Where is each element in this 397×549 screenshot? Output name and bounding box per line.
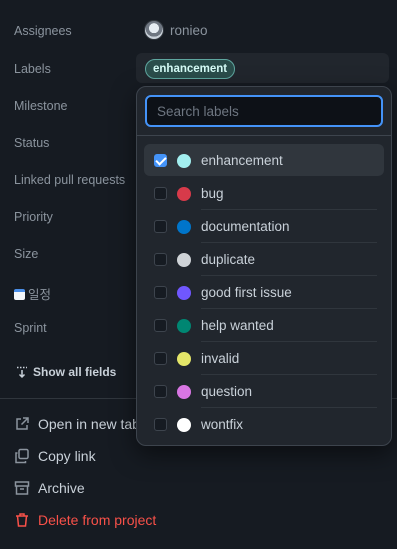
label-option-name: invalid: [201, 351, 240, 366]
dropdown-divider: [137, 135, 391, 136]
label-checkbox[interactable]: [154, 220, 167, 233]
assignee-value[interactable]: ronieo: [144, 20, 208, 40]
field-label-priority: Priority: [14, 210, 53, 224]
label-color-dot: [177, 417, 191, 432]
avatar: [144, 20, 164, 40]
label-checkbox[interactable]: [154, 253, 167, 266]
label-checkbox[interactable]: [154, 352, 167, 365]
schedule-label: 일정: [28, 288, 52, 302]
field-label-labels: Labels: [14, 62, 51, 76]
delete-from-project-button[interactable]: Delete from project: [14, 512, 156, 528]
label-option-name: good first issue: [201, 285, 292, 300]
label-option[interactable]: enhancement: [137, 144, 391, 177]
label-color-dot: [177, 153, 191, 168]
label-color-dot: [177, 186, 191, 201]
labels-dropdown: enhancement bug documentation duplicate good…: [136, 86, 392, 446]
field-label-milestone: Milestone: [14, 99, 68, 113]
label-option[interactable]: documentation: [137, 210, 391, 243]
label-options-list: enhancement bug documentation duplicate good…: [137, 144, 391, 441]
label-option[interactable]: help wanted: [137, 309, 391, 342]
label-option-name: duplicate: [201, 252, 256, 267]
label-option[interactable]: duplicate: [137, 243, 391, 276]
label-option[interactable]: invalid: [137, 342, 391, 375]
open-in-new-tab-button[interactable]: Open in new tab: [14, 416, 140, 432]
label-color-dot: [177, 351, 191, 366]
label-option[interactable]: wontfix: [137, 408, 391, 441]
fold-down-icon: [17, 366, 27, 379]
label-option[interactable]: good first issue: [137, 276, 391, 309]
show-all-fields-label: Show all fields: [33, 365, 117, 379]
field-label-schedule: 일정: [14, 284, 51, 303]
label-color-dot: [177, 285, 191, 300]
label-checkbox[interactable]: [154, 154, 167, 167]
label-chip-enhancement: enhancement: [145, 59, 236, 79]
label-checkbox[interactable]: [154, 286, 167, 299]
search-labels-input[interactable]: [145, 95, 383, 127]
label-color-dot: [177, 384, 191, 399]
archive-button[interactable]: Archive: [14, 480, 85, 496]
label-color-dot: [177, 219, 191, 234]
label-option-name: enhancement: [201, 153, 283, 168]
copy-icon: [15, 448, 29, 464]
label-checkbox[interactable]: [154, 187, 167, 200]
labels-field-value[interactable]: enhancement: [136, 53, 389, 83]
open-in-new-tab-label: Open in new tab: [38, 416, 140, 432]
label-option[interactable]: bug: [137, 177, 391, 210]
calendar-icon: [14, 289, 25, 300]
field-label-status: Status: [14, 136, 50, 150]
label-color-dot: [177, 252, 191, 267]
field-label-size: Size: [14, 247, 39, 261]
archive-icon: [14, 481, 30, 495]
external-link-icon: [16, 417, 29, 430]
field-label-sprint: Sprint: [14, 321, 47, 335]
field-label-assignees: Assignees: [14, 24, 72, 38]
label-checkbox[interactable]: [154, 418, 167, 431]
copy-link-button[interactable]: Copy link: [14, 448, 96, 464]
trash-icon: [16, 513, 28, 527]
label-option-name: documentation: [201, 219, 290, 234]
delete-from-project-label: Delete from project: [38, 512, 157, 528]
label-color-dot: [177, 318, 191, 333]
label-option-name: bug: [201, 186, 224, 201]
field-label-linked-pull-requests: Linked pull requests: [14, 173, 126, 187]
label-checkbox[interactable]: [154, 319, 167, 332]
copy-link-label: Copy link: [38, 448, 96, 464]
archive-label: Archive: [38, 480, 85, 496]
assignee-name: ronieo: [170, 22, 208, 38]
label-option[interactable]: question: [137, 375, 391, 408]
label-checkbox[interactable]: [154, 385, 167, 398]
label-option-name: wontfix: [201, 417, 244, 432]
label-option-name: help wanted: [201, 318, 274, 333]
label-option-name: question: [201, 384, 253, 399]
show-all-fields-button[interactable]: Show all fields: [15, 365, 116, 379]
